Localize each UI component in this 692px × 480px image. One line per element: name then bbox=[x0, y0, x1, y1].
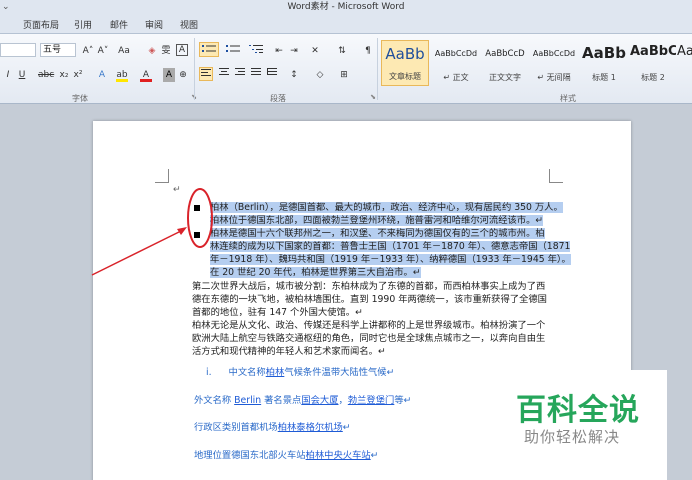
align-right-button[interactable] bbox=[234, 67, 246, 81]
shrink-font-button[interactable]: A˅ bbox=[97, 44, 109, 58]
quick-access-dropdown[interactable]: ⌄ bbox=[2, 0, 10, 14]
style-sample: AaBbC bbox=[630, 44, 676, 59]
tab-references[interactable]: 引用 bbox=[74, 18, 92, 31]
distributed-icon bbox=[267, 68, 277, 75]
phonetic-guide-button[interactable]: 雯 bbox=[160, 44, 172, 58]
style-no-spacing[interactable]: AaBbCcDd ↵ 无间隔 bbox=[530, 40, 578, 86]
style-heading-1[interactable]: AaBb 标题 1 bbox=[579, 40, 629, 86]
align-left-button[interactable] bbox=[199, 67, 213, 81]
style-sample: AaBb bbox=[582, 44, 626, 62]
font-color-button[interactable]: A bbox=[140, 68, 152, 82]
show-marks-button[interactable]: ¶ bbox=[362, 44, 374, 58]
increase-indent-button[interactable]: ⇥ bbox=[288, 44, 300, 58]
enclose-char-button[interactable]: ⊕ bbox=[177, 68, 189, 82]
style-body-text[interactable]: AaBbCcD 正文文字 bbox=[481, 40, 529, 86]
style-name: 标题 2 bbox=[641, 73, 665, 82]
clear-format-button[interactable]: ◈ bbox=[146, 44, 158, 58]
style-title[interactable]: Aa bbox=[677, 40, 692, 86]
watermark: 百科全说 助你轻松解决 bbox=[502, 370, 667, 480]
style-sample: Aa bbox=[677, 44, 692, 59]
tab-review[interactable]: 审阅 bbox=[145, 18, 163, 31]
style-name: 正文文字 bbox=[489, 73, 521, 82]
bullets-icon bbox=[202, 45, 216, 52]
style-sample: AaBbCcDd bbox=[532, 49, 576, 58]
title-bar: ⌄ Word素材 - Microsoft Word bbox=[0, 0, 692, 14]
distributed-button[interactable] bbox=[266, 67, 278, 81]
align-right-icon bbox=[235, 68, 245, 75]
annotation-arrowhead bbox=[177, 227, 187, 235]
style-name: ↵ 无间隔 bbox=[537, 73, 571, 82]
ribbon-tabs: 页面布局 引用 邮件 审阅 视图 bbox=[0, 14, 692, 34]
subscript-button[interactable]: x₂ bbox=[58, 68, 70, 82]
italic-button[interactable]: I bbox=[2, 68, 14, 82]
window-title: Word素材 - Microsoft Word bbox=[287, 2, 405, 12]
style-article-title[interactable]: AaBb 文章标题 bbox=[381, 40, 429, 86]
grow-font-button[interactable]: A˄ bbox=[82, 44, 94, 58]
change-case-button[interactable]: Aa bbox=[118, 44, 130, 58]
sort-button[interactable]: ⇅ bbox=[336, 44, 348, 58]
justify-button[interactable] bbox=[250, 67, 262, 81]
strikethrough-button[interactable]: abc bbox=[38, 68, 54, 82]
ribbon-separator bbox=[194, 38, 195, 100]
numbering-button[interactable] bbox=[224, 43, 242, 57]
char-shading-button[interactable]: A bbox=[163, 68, 175, 82]
font-size-value: 五号 bbox=[43, 45, 62, 55]
paragraph-group-label: 段落 bbox=[270, 94, 286, 103]
align-center-button[interactable] bbox=[218, 67, 230, 81]
superscript-button[interactable]: x² bbox=[72, 68, 84, 82]
style-name: 标题 1 bbox=[592, 73, 616, 82]
text-effects-button[interactable]: A bbox=[96, 68, 108, 82]
char-border-button[interactable]: A bbox=[176, 44, 188, 56]
style-sample: AaBbCcD bbox=[485, 49, 525, 59]
align-center-icon bbox=[219, 68, 229, 75]
borders-button[interactable]: ⊞ bbox=[338, 68, 350, 82]
numbering-icon bbox=[226, 45, 240, 52]
underline-button[interactable]: U bbox=[16, 68, 28, 82]
ribbon: 五号 A˄ A˅ Aa ◈ 雯 A I U abc x₂ x² A ab A A… bbox=[0, 34, 692, 104]
bullets-button[interactable] bbox=[199, 42, 219, 57]
tab-view[interactable]: 视图 bbox=[180, 18, 198, 31]
style-heading-2[interactable]: AaBbC 标题 2 bbox=[630, 40, 676, 86]
annotation-arrow bbox=[91, 229, 184, 276]
style-sample: AaBb bbox=[385, 45, 425, 63]
decrease-indent-button[interactable]: ⇤ bbox=[273, 44, 285, 58]
style-name: ↵ 正文 bbox=[443, 73, 469, 82]
style-sample: AaBbCcDd bbox=[434, 49, 478, 58]
tab-page-layout[interactable]: 页面布局 bbox=[23, 18, 59, 31]
multilevel-list-icon bbox=[249, 45, 263, 53]
align-left-icon bbox=[201, 69, 211, 76]
shading-button[interactable]: ◇ bbox=[314, 68, 326, 82]
annotation-circle bbox=[187, 188, 213, 248]
style-name: 文章标题 bbox=[389, 72, 421, 81]
line-spacing-button[interactable]: ↕ bbox=[288, 68, 300, 82]
font-name-combo[interactable] bbox=[0, 43, 36, 57]
watermark-subtitle: 助你轻松解决 bbox=[524, 428, 621, 446]
chinese-layout-button[interactable]: ✕ bbox=[309, 44, 321, 58]
multilevel-list-button[interactable] bbox=[247, 43, 265, 57]
font-group-label: 字体 bbox=[72, 94, 88, 103]
font-size-combo[interactable]: 五号 bbox=[40, 43, 76, 57]
highlight-button[interactable]: ab bbox=[116, 68, 128, 82]
justify-icon bbox=[251, 68, 261, 75]
ribbon-separator bbox=[377, 38, 378, 100]
watermark-title: 百科全说 bbox=[516, 393, 640, 428]
style-normal[interactable]: AaBbCcDd ↵ 正文 bbox=[431, 40, 481, 86]
tab-mailings[interactable]: 邮件 bbox=[110, 18, 128, 31]
styles-group-label: 样式 bbox=[560, 94, 576, 103]
